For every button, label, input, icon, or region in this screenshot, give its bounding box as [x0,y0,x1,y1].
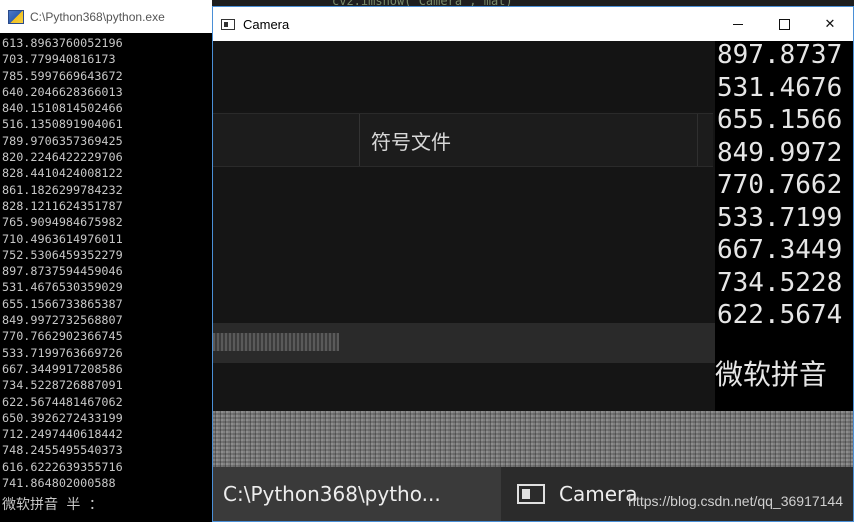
output-line: 667.3449917208586 [2,361,123,376]
taskbar-camera-label: Camera [559,482,638,506]
output-line: 516.1350891904061 [2,117,123,132]
output-line: 622.5674 [717,300,843,330]
taskbar-item-console: C:\Python368\pytho... [213,467,501,521]
console-output: 613.8963760052196 703.779940816173 785.599… [2,35,123,491]
output-line: 640.2046628366013 [2,84,123,99]
output-line: 765.9094984675982 [2,215,123,230]
output-line: 710.4963614976011 [2,231,123,246]
captured-console-output: 897.8737 531.4676 655.1566 849.9972 770.7662… [717,41,842,332]
output-line: 820.2246422229706 [2,150,123,165]
output-line: 861.1826299784232 [2,182,123,197]
output-line: 531.4676530359029 [2,280,123,295]
console-titlebar[interactable]: C:\Python368\python.exe [0,0,212,33]
output-line: 655.1566 [717,105,843,135]
captured-ime-status: 微软拼音 [715,358,828,391]
output-line: 613.8963760052196 [2,36,123,50]
output-line: 828.4410424008122 [2,166,123,181]
console-title: C:\Python368\python.exe [30,9,165,24]
output-line: 533.7199763669726 [2,345,123,360]
output-line: 734.5228 [717,267,843,298]
minimize-button[interactable] [715,7,761,41]
output-line: 531.4676 [717,72,843,103]
output-line: 533.7199 [717,202,843,233]
output-line: 849.9972732568807 [2,313,123,328]
camera-window-icon [517,484,545,504]
console-window: C:\Python368\python.exe 613.896376005219… [0,0,212,522]
panel-text: 符号文件 [371,130,451,154]
output-line: 849.9972 [717,137,843,168]
panel-divider [697,114,698,166]
output-line: 734.5228726887091 [2,378,123,393]
output-line: 616.6222639355716 [2,459,123,474]
frame-noise-band [213,411,853,467]
output-line: 622.5674481467062 [2,394,123,409]
ime-status: 微软拼音 半 ： [2,497,103,513]
output-line: 770.7662902366745 [2,329,123,344]
camera-window: Camera 符号文件 897.8737531.4676655.1566849.… [212,6,854,522]
output-line: 770.7662 [717,170,843,200]
output-line: 897.8737 [717,41,843,70]
camera-titlebar[interactable]: Camera [213,7,853,41]
output-line: 748.2455495540373 [2,443,123,458]
window-icon [221,18,235,30]
captured-console: 897.8737 531.4676 655.1566 849.9972 770.7662… [715,41,853,411]
python-icon [8,9,24,24]
frame-panel: 符号文件 [213,113,713,167]
output-line: 828.1211624351787 [2,198,123,213]
output-line: 741.864802000588 [2,476,116,491]
output-line: 897.8737594459046 [2,264,123,279]
output-line: 650.3926272433199 [2,410,123,425]
output-line: 712.2497440618442 [2,427,123,442]
maximize-button[interactable] [761,7,807,41]
output-line: 703.779940816173 [2,52,116,67]
taskbar-console-label: C:\Python368\pytho... [223,482,441,506]
close-button[interactable] [807,7,853,41]
camera-title: Camera [243,16,290,32]
camera-frame: 符号文件 897.8737 531.4676 655.1566 849.9972 770… [213,41,853,521]
output-line: 840.1510814502466 [2,101,123,116]
output-line: 785.5997669643672 [2,68,123,83]
output-line: 789.9706357369425 [2,133,123,148]
output-line: 655.1566733865387 [2,296,123,311]
output-line: 667.3449 [717,235,843,265]
watermark: https://blog.csdn.net/qq_36917144 [628,493,843,509]
panel-divider [359,114,360,166]
frame-grey-bar [213,333,339,351]
output-line: 752.5306459352279 [2,247,123,262]
